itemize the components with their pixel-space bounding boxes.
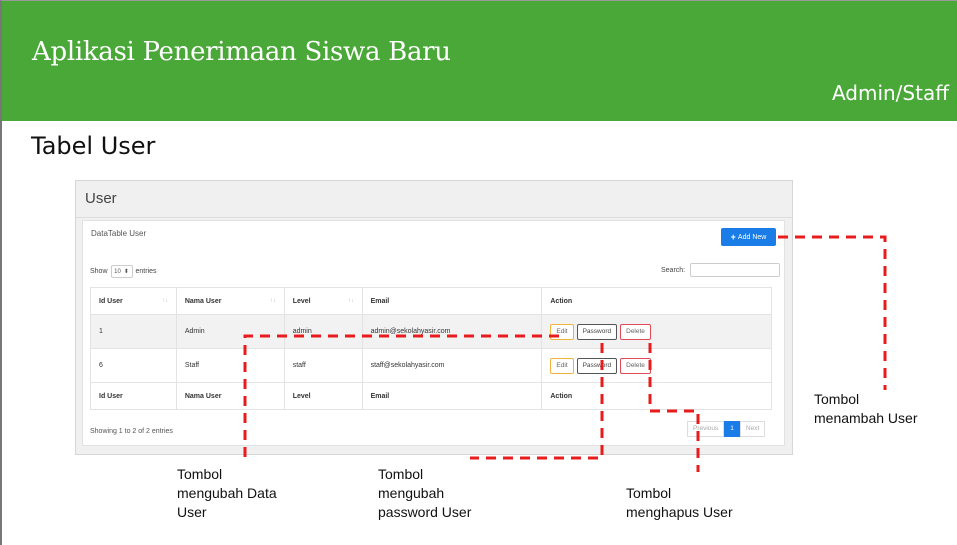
note-edit-user: Tombol mengubah Data User (177, 466, 277, 520)
note-change-password: Tombol mengubah password User (378, 466, 472, 520)
line-edit-user (243, 334, 559, 458)
note-add-user: Tombol menambah User (814, 391, 918, 426)
note-delete-user: Tombol menghapus User (626, 485, 733, 520)
line-change-password (470, 343, 604, 460)
annotation-lines (243, 235, 887, 472)
line-add-user (778, 235, 887, 390)
line-delete-user (648, 343, 700, 472)
